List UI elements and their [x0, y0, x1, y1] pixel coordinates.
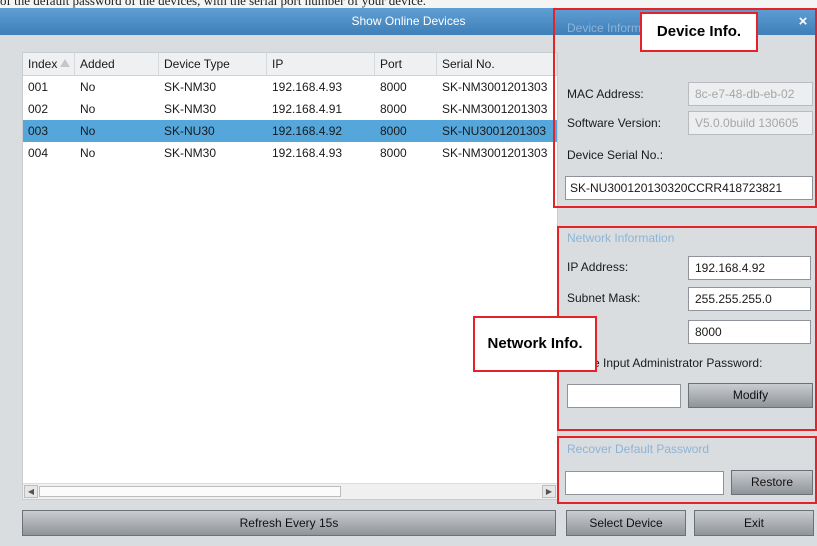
scroll-right-icon[interactable]: ▶ [542, 485, 556, 498]
select-device-button[interactable]: Select Device [566, 510, 686, 536]
cell-port: 8000 [380, 124, 407, 138]
cell-device-type: SK-NM30 [164, 102, 217, 116]
table-row-selected[interactable]: 003 No SK-NU30 192.168.4.92 8000 SK-NU30… [23, 120, 557, 142]
cell-serial-no: SK-NU3001201303 [442, 124, 547, 138]
cell-index: 001 [28, 80, 49, 94]
cell-port: 8000 [380, 102, 407, 116]
cell-serial-no: SK-NM3001201303 [442, 102, 548, 116]
cell-port: 8000 [380, 146, 407, 160]
background-text-line: of the default password of the devices, … [0, 0, 426, 8]
scroll-left-icon[interactable]: ◀ [24, 485, 38, 498]
cell-device-type: SK-NM30 [164, 146, 217, 160]
show-online-devices-dialog: Show Online Devices × Index Added Device… [0, 8, 817, 546]
cell-added: No [80, 102, 96, 116]
column-header-port[interactable]: Port [375, 53, 437, 75]
cell-port: 8000 [380, 80, 407, 94]
column-header-ip[interactable]: IP [267, 53, 375, 75]
device-info-callout: Device Info. [640, 12, 758, 52]
cell-device-type: SK-NM30 [164, 80, 217, 94]
cell-added: No [80, 146, 96, 160]
cell-index: 004 [28, 146, 49, 160]
column-header-added[interactable]: Added [75, 53, 159, 75]
background-document-text: of the default password of the devices, … [0, 0, 817, 8]
cell-index: 002 [28, 102, 49, 116]
sort-ascending-icon [60, 59, 70, 67]
cell-ip: 192.168.4.91 [272, 102, 343, 116]
cell-serial-no: SK-NM3001201303 [442, 80, 548, 94]
device-list[interactable]: Index Added Device Type IP Port Serial N… [22, 52, 558, 500]
cell-added: No [80, 80, 96, 94]
column-header-device-type[interactable]: Device Type [159, 53, 267, 75]
cell-ip: 192.168.4.93 [272, 146, 343, 160]
cell-serial-no: SK-NM3001201303 [442, 146, 548, 160]
table-row[interactable]: 002 No SK-NM30 192.168.4.91 8000 SK-NM30… [23, 98, 557, 120]
cell-device-type: SK-NU30 [164, 124, 215, 138]
cell-added: No [80, 124, 96, 138]
dialog-title: Show Online Devices [351, 14, 466, 28]
cell-index: 003 [28, 124, 49, 138]
horizontal-scrollbar[interactable]: ◀ ▶ [23, 483, 557, 499]
table-header: Index Added Device Type IP Port Serial N… [23, 53, 557, 76]
recover-password-highlight [557, 436, 817, 504]
exit-button[interactable]: Exit [694, 510, 814, 536]
cell-ip: 192.168.4.92 [272, 124, 343, 138]
table-row[interactable]: 001 No SK-NM30 192.168.4.93 8000 SK-NM30… [23, 76, 557, 98]
refresh-button[interactable]: Refresh Every 15s [22, 510, 556, 536]
column-header-serial-no[interactable]: Serial No. [437, 53, 557, 75]
scrollbar-thumb[interactable] [39, 486, 341, 497]
cell-ip: 192.168.4.93 [272, 80, 343, 94]
network-info-callout: Network Info. [473, 316, 597, 372]
table-row[interactable]: 004 No SK-NM30 192.168.4.93 8000 SK-NM30… [23, 142, 557, 164]
